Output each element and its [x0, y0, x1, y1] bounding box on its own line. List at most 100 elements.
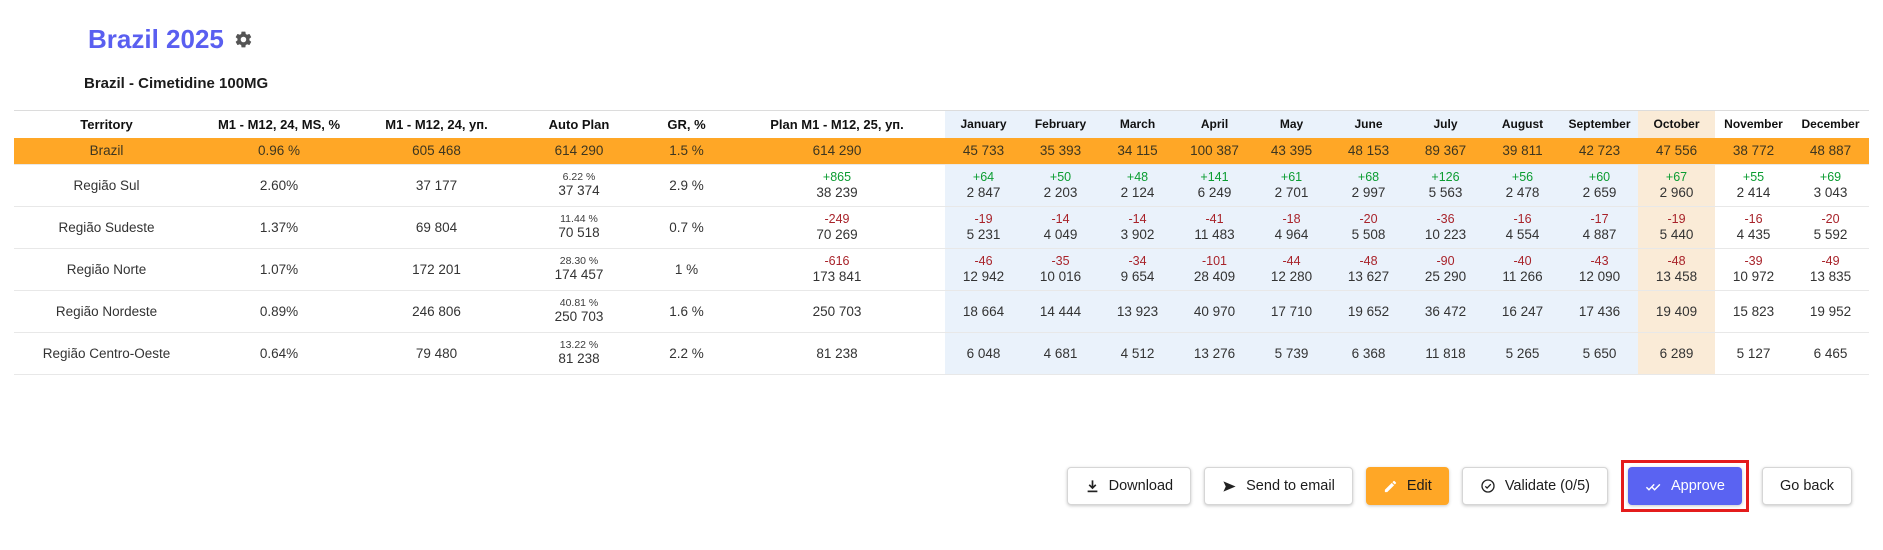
cell-month-value: 6 289 — [1638, 333, 1715, 375]
cell-month-value: 34 115 — [1099, 138, 1176, 165]
download-icon — [1085, 479, 1100, 494]
approve-annotation-box: Approve — [1621, 460, 1749, 512]
cell-market-share: 1.07% — [199, 249, 359, 291]
cell-month-value: 14 444 — [1022, 291, 1099, 333]
pencil-icon — [1383, 479, 1398, 494]
cell-plan-total: 81 238 — [729, 333, 945, 375]
cell-auto-plan: 614 290 — [514, 138, 644, 165]
approve-button[interactable]: Approve — [1628, 467, 1742, 505]
month-column-header: November — [1715, 111, 1792, 138]
table-row[interactable]: Região Sudeste1.37%69 80411.44 %70 5180.… — [14, 207, 1869, 249]
cell-month-value: -184 964 — [1253, 207, 1330, 249]
cell-units: 69 804 — [359, 207, 514, 249]
double-check-icon — [1645, 478, 1662, 495]
table-row[interactable]: Brazil0.96 %605 468614 2901.5 %614 29045… — [14, 138, 1869, 165]
cell-month-value: -4913 835 — [1792, 249, 1869, 291]
cell-month-value: 35 393 — [1022, 138, 1099, 165]
cell-units: 246 806 — [359, 291, 514, 333]
cell-market-share: 0.64% — [199, 333, 359, 375]
action-toolbar: Download Send to email Edit Validate (0/… — [1067, 460, 1852, 512]
download-label: Download — [1109, 478, 1174, 494]
approve-label: Approve — [1671, 478, 1725, 494]
month-column-header: October — [1638, 111, 1715, 138]
cell-month-value: 19 952 — [1792, 291, 1869, 333]
month-column-header: March — [1099, 111, 1176, 138]
cell-month-value: -195 440 — [1638, 207, 1715, 249]
cell-month-value: -3610 223 — [1407, 207, 1484, 249]
cell-auto-plan: 11.44 %70 518 — [514, 207, 644, 249]
cell-month-value: -164 554 — [1484, 207, 1561, 249]
cell-month-value: 48 153 — [1330, 138, 1407, 165]
cell-month-value: 5 265 — [1484, 333, 1561, 375]
cell-month-value: -164 435 — [1715, 207, 1792, 249]
report-subtitle: Brazil - Cimetidine 100MG — [0, 55, 1883, 92]
column-header: Plan M1 - M12, 25, уп. — [729, 111, 945, 138]
settings-gear-icon[interactable] — [234, 30, 253, 49]
cell-month-value: 38 772 — [1715, 138, 1792, 165]
cell-month-value: 15 823 — [1715, 291, 1792, 333]
cell-market-share: 0.89% — [199, 291, 359, 333]
table-row[interactable]: Região Centro-Oeste0.64%79 48013.22 %81 … — [14, 333, 1869, 375]
cell-month-value: 89 367 — [1407, 138, 1484, 165]
download-button[interactable]: Download — [1067, 467, 1192, 505]
plan-table: TerritoryM1 - M12, 24, MS, %M1 - M12, 24… — [14, 110, 1869, 375]
go-back-button[interactable]: Go back — [1762, 467, 1852, 505]
cell-plan-total: -616173 841 — [729, 249, 945, 291]
cell-month-value: 19 652 — [1330, 291, 1407, 333]
column-header: M1 - M12, 24, уп. — [359, 111, 514, 138]
cell-month-value: 16 247 — [1484, 291, 1561, 333]
send-icon — [1222, 479, 1237, 494]
validate-label: Validate (0/5) — [1505, 478, 1590, 494]
cell-units: 79 480 — [359, 333, 514, 375]
cell-month-value: +693 043 — [1792, 165, 1869, 207]
table-row[interactable]: Região Sul2.60%37 1776.22 %37 3742.9 %+8… — [14, 165, 1869, 207]
cell-month-value: 4 512 — [1099, 333, 1176, 375]
month-column-header: September — [1561, 111, 1638, 138]
column-header: M1 - M12, 24, MS, % — [199, 111, 359, 138]
cell-month-value: +1265 563 — [1407, 165, 1484, 207]
cell-month-value: 43 395 — [1253, 138, 1330, 165]
cell-month-value: -205 592 — [1792, 207, 1869, 249]
send-to-email-button[interactable]: Send to email — [1204, 467, 1353, 505]
cell-territory: Brazil — [14, 138, 199, 165]
cell-month-value: +612 701 — [1253, 165, 1330, 207]
cell-auto-plan: 40.81 %250 703 — [514, 291, 644, 333]
cell-month-value: +672 960 — [1638, 165, 1715, 207]
cell-month-value: +562 478 — [1484, 165, 1561, 207]
page-header: Brazil 2025 — [0, 0, 1883, 55]
validate-button[interactable]: Validate (0/5) — [1462, 467, 1608, 505]
column-header: GR, % — [644, 111, 729, 138]
cell-month-value: -4813 627 — [1330, 249, 1407, 291]
cell-month-value: -4813 458 — [1638, 249, 1715, 291]
month-column-header: August — [1484, 111, 1561, 138]
cell-month-value: +682 997 — [1330, 165, 1407, 207]
cell-plan-total: -24970 269 — [729, 207, 945, 249]
table-row[interactable]: Região Norte1.07%172 20128.30 %174 4571 … — [14, 249, 1869, 291]
cell-month-value: -3910 972 — [1715, 249, 1792, 291]
month-column-header: May — [1253, 111, 1330, 138]
cell-growth-rate: 1.5 % — [644, 138, 729, 165]
column-header: Auto Plan — [514, 111, 644, 138]
cell-month-value: 17 436 — [1561, 291, 1638, 333]
cell-month-value: 45 733 — [945, 138, 1022, 165]
edit-button[interactable]: Edit — [1366, 467, 1449, 505]
cell-growth-rate: 1.6 % — [644, 291, 729, 333]
cell-market-share: 0.96 % — [199, 138, 359, 165]
cell-territory: Região Nordeste — [14, 291, 199, 333]
cell-month-value: 13 923 — [1099, 291, 1176, 333]
table-row[interactable]: Região Nordeste0.89%246 80640.81 %250 70… — [14, 291, 1869, 333]
cell-month-value: -9025 290 — [1407, 249, 1484, 291]
cell-month-value: 6 368 — [1330, 333, 1407, 375]
send-to-email-label: Send to email — [1246, 478, 1335, 494]
cell-month-value: -4412 280 — [1253, 249, 1330, 291]
cell-growth-rate: 1 % — [644, 249, 729, 291]
cell-month-value: -4111 483 — [1176, 207, 1253, 249]
cell-month-value: +552 414 — [1715, 165, 1792, 207]
month-column-header: December — [1792, 111, 1869, 138]
cell-territory: Região Sudeste — [14, 207, 199, 249]
cell-month-value: 36 472 — [1407, 291, 1484, 333]
edit-label: Edit — [1407, 478, 1432, 494]
cell-territory: Região Sul — [14, 165, 199, 207]
cell-month-value: -4011 266 — [1484, 249, 1561, 291]
cell-plan-total: 614 290 — [729, 138, 945, 165]
